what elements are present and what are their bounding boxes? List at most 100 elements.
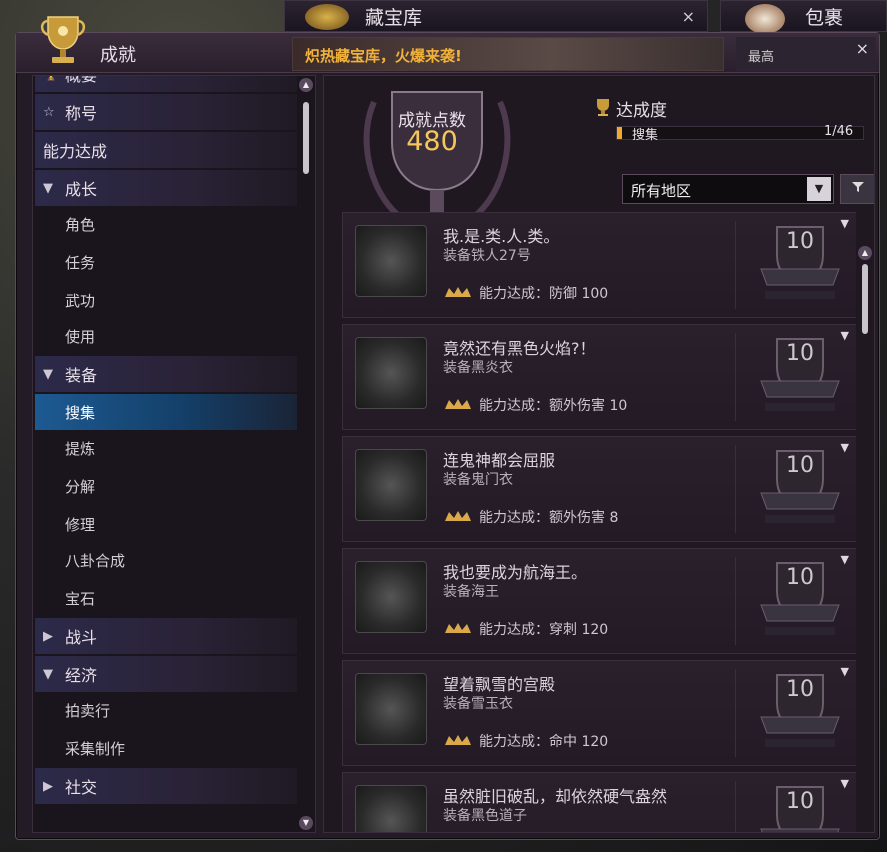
filter-button[interactable]: [840, 174, 874, 204]
achievement-window: 成就 炽热藏宝库，火爆来袭! 最高 × 🏆概要 ☆ 称号能力达成 ▼ 成长角色任务武功使…: [15, 16, 880, 840]
sidebar-item[interactable]: 🏆概要: [35, 75, 297, 92]
sidebar-item[interactable]: ☆ 称号: [35, 94, 297, 130]
progress-title: 达成度: [616, 101, 667, 121]
scroll-thumb[interactable]: [862, 264, 868, 334]
achievement-card[interactable]: 望着飘雪的宫殿 装备雪玉衣 能力达成：命中 120 10 ▼: [342, 660, 856, 766]
sidebar-item[interactable]: 宝石: [35, 580, 297, 616]
achievement-card[interactable]: 我.是.类.人.类。 装备铁人27号 能力达成：防御 100 10 ▼: [342, 212, 856, 318]
armor-icon: [355, 785, 427, 832]
chevron-down-icon[interactable]: ▼: [841, 329, 849, 342]
sidebar-item[interactable]: ▼ 成长: [35, 170, 297, 206]
sidebar-item-label: 武功: [65, 291, 96, 310]
achievement-desc: 装备鬼门衣: [443, 472, 513, 488]
progress-count: 1/46: [824, 124, 854, 139]
sidebar-item-label: 修理: [65, 515, 96, 534]
achievement-desc: 装备雪玉衣: [443, 696, 513, 712]
sidebar-item[interactable]: ▼ 装备: [35, 356, 297, 392]
trophy-icon: [40, 16, 86, 63]
window-title: 成就: [100, 45, 136, 66]
sidebar-item-label: 使用: [65, 327, 96, 346]
sidebar-item[interactable]: 武功: [35, 282, 297, 318]
scroll-up-icon[interactable]: ▲: [858, 246, 872, 260]
chevron-down-icon[interactable]: ▼: [841, 441, 849, 454]
achievement-reward: 能力达成：额外伤害 10: [479, 398, 628, 414]
achievement-title: 我也要成为航海王。: [443, 563, 588, 582]
sidebar-item-label: 成长: [65, 180, 98, 199]
scroll-down-icon[interactable]: ▼: [299, 816, 313, 830]
achievement-desc: 装备海王: [443, 584, 499, 600]
sidebar-item[interactable]: 分解: [35, 468, 297, 504]
tab-treasure[interactable]: 藏宝库 ×: [284, 0, 708, 32]
armor-icon: [355, 225, 427, 297]
crown-icon: [445, 623, 471, 633]
sidebar-item[interactable]: 能力达成: [35, 132, 297, 168]
achievement-card[interactable]: 竟然还有黑色火焰?！ 装备黑炎衣 能力达成：额外伤害 10 10 ▼: [342, 324, 856, 430]
sidebar-item-label: 拍卖行: [65, 701, 111, 720]
sidebar-item-label: 概要: [65, 75, 98, 85]
achievement-points: 10: [786, 341, 814, 366]
caret-right-icon: ▶: [43, 628, 53, 644]
crown-icon: [445, 399, 471, 409]
sidebar-item[interactable]: ▶ 社交: [35, 768, 297, 804]
chevron-down-icon[interactable]: ▼: [841, 665, 849, 678]
armor-icon: [355, 449, 427, 521]
region-selected-value: 所有地区: [631, 182, 692, 200]
caret-right-icon: ▶: [43, 778, 53, 794]
chevron-down-icon[interactable]: ▼: [807, 177, 831, 201]
crown-icon: [445, 287, 471, 297]
divider: [735, 781, 736, 832]
sidebar-item[interactable]: 搜集: [35, 394, 297, 430]
achievement-desc: 装备黑炎衣: [443, 360, 513, 376]
sidebar-item[interactable]: ▼ 经济: [35, 656, 297, 692]
trophy-small-icon: [597, 99, 609, 116]
achievement-points: 10: [786, 565, 814, 590]
funnel-icon: [852, 182, 864, 192]
chevron-down-icon[interactable]: ▼: [841, 553, 849, 566]
sidebar-item[interactable]: 八卦合成: [35, 542, 297, 578]
armor-icon: [355, 337, 427, 409]
chevron-down-icon[interactable]: ▼: [841, 777, 849, 790]
achievement-desc: 装备黑色道子: [443, 808, 527, 824]
list-scrollbar[interactable]: ▲: [858, 246, 872, 826]
sidebar-item-label: 战斗: [65, 628, 98, 647]
tab-treasure-label: 藏宝库: [365, 6, 423, 29]
sidebar-item[interactable]: 采集制作: [35, 730, 297, 766]
crown-icon: [445, 511, 471, 521]
sidebar-item[interactable]: 拍卖行: [35, 692, 297, 728]
sidebar-item[interactable]: 提炼: [35, 430, 297, 466]
sidebar-item[interactable]: 任务: [35, 244, 297, 280]
achievement-card[interactable]: 虽然脏旧破乱，却依然硬气盎然 装备黑色道子 10 ▼: [342, 772, 856, 832]
sidebar-item[interactable]: 修理: [35, 506, 297, 542]
sidebar-scrollbar[interactable]: ▲ ▼: [299, 78, 313, 830]
sidebar-item-label: 采集制作: [65, 739, 126, 758]
divider: [735, 445, 736, 533]
achievement-reward: 能力达成：命中 120: [479, 734, 609, 750]
window-header[interactable]: 成就 炽热藏宝库，火爆来袭! 最高 ×: [16, 16, 879, 73]
progress-name: 搜集: [632, 128, 659, 143]
sidebar-item[interactable]: 使用: [35, 318, 297, 354]
chevron-down-icon[interactable]: ▼: [841, 217, 849, 230]
achievement-points: 10: [786, 229, 814, 254]
sidebar-item[interactable]: 角色: [35, 206, 297, 242]
tab-bag[interactable]: 包裹: [720, 0, 887, 34]
caret-down-icon: ▼: [43, 366, 53, 382]
window-close-button[interactable]: ×: [856, 39, 869, 58]
sidebar-item-label: 提炼: [65, 439, 96, 458]
achievement-card[interactable]: 连鬼神都会屈服 装备鬼门衣 能力达成：额外伤害 8 10 ▼: [342, 436, 856, 542]
promo-banner[interactable]: 炽热藏宝库，火爆来袭!: [292, 37, 724, 71]
scroll-up-icon[interactable]: ▲: [299, 78, 313, 92]
region-dropdown[interactable]: 所有地区 ▼: [622, 174, 834, 204]
achievement-title: 望着飘雪的宫殿: [443, 675, 556, 694]
divider: [735, 557, 736, 645]
achievement-card[interactable]: 我也要成为航海王。 装备海王能力达成：穿刺 120 10 ▼: [342, 548, 856, 654]
close-icon[interactable]: ×: [682, 7, 695, 26]
sidebar-item[interactable]: ▶ 战斗: [35, 618, 297, 654]
divider: [735, 221, 736, 309]
crown-icon: [445, 735, 471, 745]
sidebar-item-label: 能力达成: [43, 142, 108, 161]
armor-icon: [355, 673, 427, 745]
armor-icon: [355, 561, 427, 633]
scroll-thumb[interactable]: [303, 102, 309, 174]
achievement-reward: 能力达成：穿刺 120: [479, 622, 609, 638]
achievement-desc: 装备铁人27号: [443, 248, 531, 264]
